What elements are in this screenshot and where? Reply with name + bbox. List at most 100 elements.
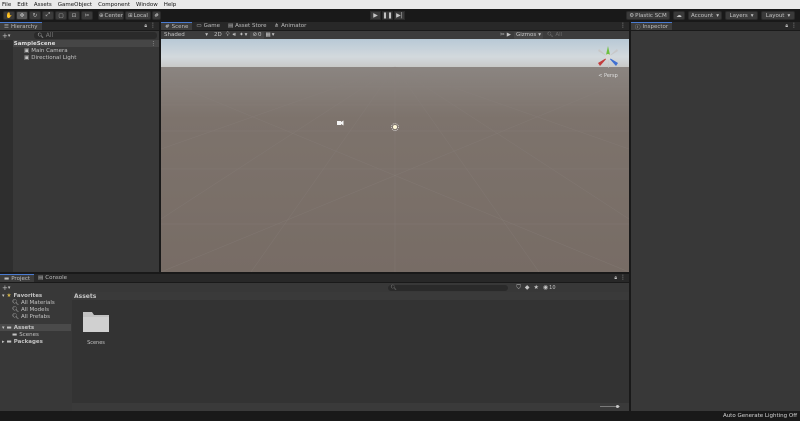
transform-tool-button[interactable]: ⊡ <box>68 11 80 20</box>
plastic-scm-button[interactable]: ⚙ Plastic SCM <box>626 11 670 20</box>
animator-icon: ⋔ <box>274 23 280 29</box>
menu-help[interactable]: Help <box>164 2 177 8</box>
kebab-menu-icon[interactable]: ⋮ <box>791 22 797 29</box>
tab-inspector[interactable]: ⓘ Inspector <box>631 22 673 31</box>
kebab-menu-icon[interactable]: ⋮ <box>151 41 157 47</box>
scenes-folder-row[interactable]: ▬ Scenes <box>0 331 71 338</box>
menu-assets[interactable]: Assets <box>34 2 52 8</box>
rect-tool-button[interactable]: ▢ <box>55 11 67 20</box>
rotate-tool-button[interactable]: ↻ <box>29 11 41 20</box>
asset-folder-item[interactable]: Scenes <box>82 309 110 346</box>
hand-tool-button[interactable]: ✋ <box>3 11 15 20</box>
packages-folder-row[interactable]: ▸ ▬ Packages <box>0 338 71 345</box>
console-icon: ▤ <box>38 275 44 281</box>
hierarchy-search-input[interactable]: 🔍︎ All <box>34 32 157 39</box>
move-tool-button[interactable]: ✥ <box>16 11 28 20</box>
play-button[interactable]: ▶ <box>370 11 381 20</box>
chevron-down-icon[interactable]: ▾ <box>245 32 248 38</box>
scene-search-input[interactable]: 🔍︎ All <box>545 32 627 39</box>
lighting-status[interactable]: Auto Generate Lighting Off <box>723 413 797 419</box>
chevron-down-icon[interactable]: ▾ <box>8 33 11 39</box>
tab-console-label: Console <box>45 275 68 281</box>
tab-animator[interactable]: ⋔ Animator <box>271 22 311 30</box>
tab-asset-store-label: Asset Store <box>235 23 267 29</box>
effects-icon[interactable]: ✦ <box>239 32 244 38</box>
favorite-item[interactable]: 🔍︎ All Prefabs <box>0 313 71 320</box>
account-dropdown[interactable]: Account ▾ <box>688 11 722 20</box>
projection-label[interactable]: < Persp <box>593 73 623 79</box>
scene-row[interactable]: ▾ ◈ SampleScene ⋮ <box>0 40 159 47</box>
favorites-row[interactable]: ▾ ★ Favorites <box>0 292 71 299</box>
lock-icon[interactable]: 🔒︎ <box>614 275 617 281</box>
light-gizmo-icon[interactable] <box>391 123 399 131</box>
menu-edit[interactable]: Edit <box>17 2 28 8</box>
status-bar: Auto Generate Lighting Off <box>0 411 800 421</box>
gizmos-dropdown[interactable]: Gizmos ▾ <box>513 31 543 39</box>
audio-icon[interactable]: 🔊︎ <box>233 32 236 39</box>
lock-icon[interactable]: 🔒︎ <box>144 23 147 29</box>
chevron-down-icon[interactable]: ▾ <box>8 285 11 291</box>
kebab-menu-icon[interactable]: ⋮ <box>150 22 156 29</box>
menu-file[interactable]: File <box>2 2 11 8</box>
scale-icon: ⤢ <box>45 12 51 18</box>
gameobject-icon: ▣ <box>24 47 30 54</box>
favorite-icon[interactable]: ★ <box>534 284 539 291</box>
scale-tool-button[interactable]: ⤢ <box>42 11 54 20</box>
camera-icon[interactable]: ▶ <box>507 32 511 38</box>
cloud-icon: ☁ <box>676 12 682 19</box>
tab-hierarchy[interactable]: ☰ Hierarchy <box>0 22 42 30</box>
step-button[interactable]: ▶| <box>394 11 405 20</box>
tab-scene[interactable]: # Scene <box>161 22 193 30</box>
folder-icon: ▬ <box>6 338 12 345</box>
inspector-tab-label: Inspector <box>642 23 669 30</box>
menu-window[interactable]: Window <box>136 2 158 8</box>
project-search-input[interactable]: 🔍︎ <box>388 284 509 291</box>
favorite-item[interactable]: 🔍︎ All Materials <box>0 299 71 306</box>
cloud-button[interactable]: ☁ <box>673 11 685 20</box>
chevron-down-icon: ▾ <box>2 324 5 331</box>
tools-icon[interactable]: ✂ <box>500 32 505 38</box>
pivot-center-button[interactable]: ⊕ Center <box>98 11 124 20</box>
scene-viewport[interactable]: < Persp <box>161 39 629 272</box>
grid-icon[interactable]: ▦ <box>266 32 271 38</box>
move-icon: ✥ <box>19 12 25 19</box>
lighting-icon[interactable]: 💡︎ <box>226 32 230 39</box>
mode-2d-label: 2D <box>214 32 222 38</box>
search-filter-icon[interactable]: ⛉ <box>516 284 521 292</box>
menu-gameobject[interactable]: GameObject <box>58 2 92 8</box>
center-icon: ⊕ <box>98 12 104 19</box>
icon-size-slider-handle[interactable] <box>616 405 619 408</box>
eye-icon[interactable]: ◉ <box>543 284 548 291</box>
tab-game[interactable]: ▭ Game <box>192 22 224 30</box>
tools-icon: ✂ <box>84 12 90 19</box>
kebab-menu-icon[interactable]: ⋮ <box>620 274 626 281</box>
snap-button[interactable]: # <box>152 11 161 20</box>
lock-icon[interactable]: 🔒︎ <box>785 23 788 29</box>
layout-dropdown[interactable]: Layout ▾ <box>761 11 795 20</box>
tab-asset-store[interactable]: ▤ Asset Store <box>224 22 271 30</box>
orientation-gizmo[interactable]: < Persp <box>593 44 623 86</box>
custom-tool-button[interactable]: ✂ <box>81 11 93 20</box>
tab-project[interactable]: ▬ Project <box>0 274 35 282</box>
camera-gizmo-icon[interactable] <box>336 120 344 126</box>
toggle-2d-button[interactable]: 2D <box>212 31 224 39</box>
tab-console[interactable]: ▤ Console <box>34 274 71 282</box>
hidden-objects-button[interactable]: ⊘ 0 <box>250 31 264 39</box>
tab-animator-label: Animator <box>281 23 307 29</box>
pause-icon: ❚❚ <box>382 12 393 19</box>
chevron-down-icon[interactable]: ▾ <box>272 32 275 38</box>
pause-button[interactable]: ❚❚ <box>382 11 393 20</box>
label-filter-icon[interactable]: ◆ <box>525 284 530 291</box>
menu-component[interactable]: Component <box>98 2 130 8</box>
inspector-tabbar: ⓘ Inspector 🔒︎ ⋮ <box>631 22 800 31</box>
favorite-item[interactable]: 🔍︎ All Models <box>0 306 71 313</box>
shading-dropdown[interactable]: Shaded ▾ <box>162 31 210 39</box>
breadcrumb-assets[interactable]: Assets <box>74 293 96 300</box>
layers-dropdown[interactable]: Layers ▾ <box>725 11 758 20</box>
assets-label: Assets <box>13 324 35 331</box>
kebab-menu-icon[interactable]: ⋮ <box>620 22 626 29</box>
hierarchy-item[interactable]: ▣ Main Camera <box>0 47 159 54</box>
pivot-local-button[interactable]: ⊞ Local <box>125 11 151 20</box>
hierarchy-item[interactable]: ▣ Directional Light <box>0 54 159 61</box>
assets-folder-row[interactable]: ▾ ▬ Assets <box>0 324 71 331</box>
